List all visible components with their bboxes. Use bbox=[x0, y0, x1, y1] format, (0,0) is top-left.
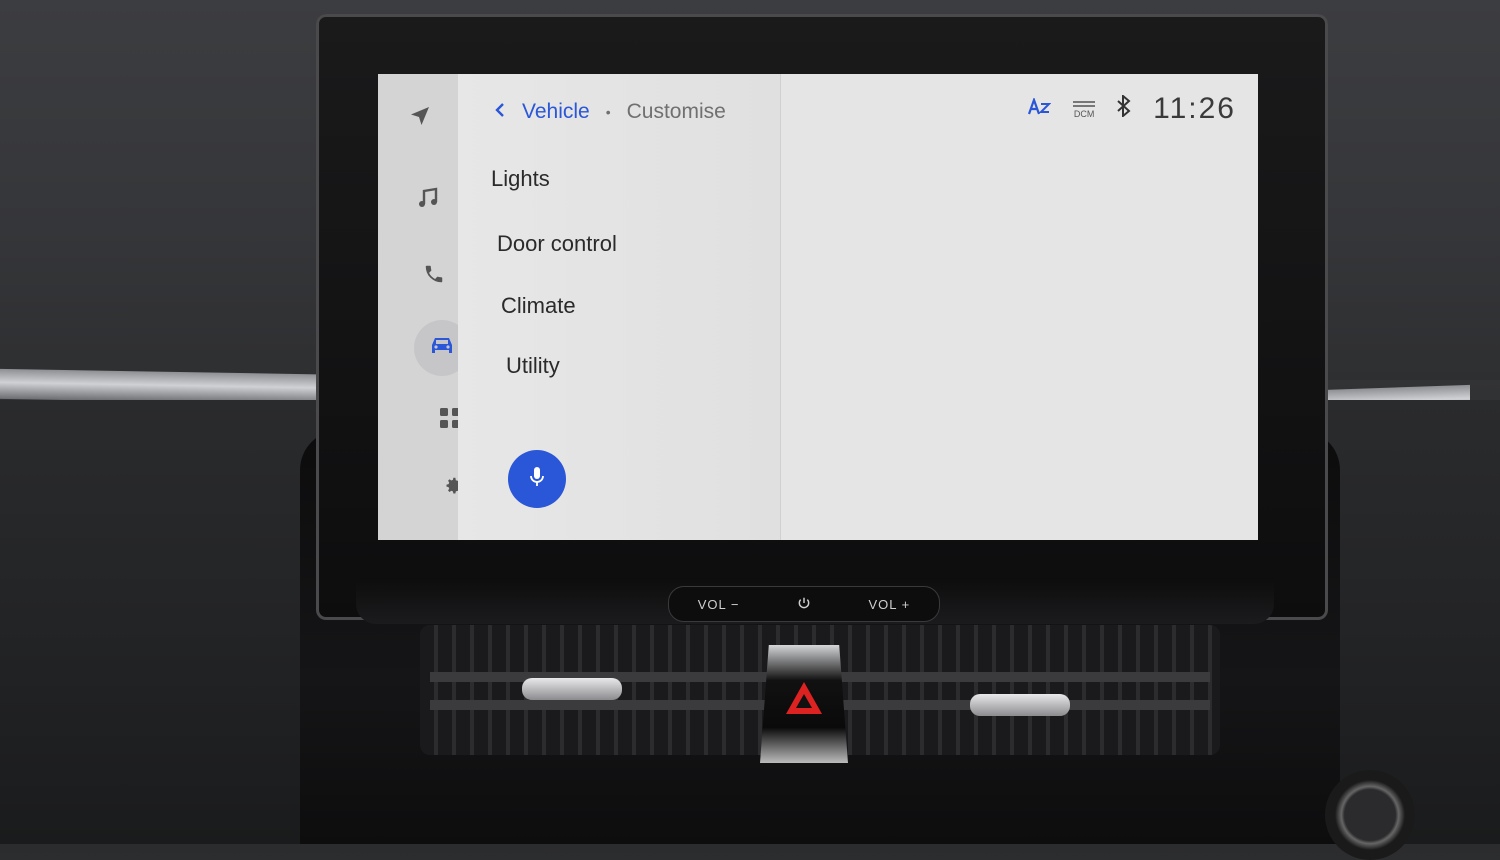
hardware-button-strip: VOL − VOL + bbox=[668, 586, 940, 622]
power-icon[interactable] bbox=[797, 596, 811, 613]
vent-knob-right[interactable] bbox=[970, 694, 1070, 716]
menu-item-lights[interactable]: Lights bbox=[491, 166, 550, 192]
breadcrumb: Vehicle • Customise bbox=[494, 100, 726, 124]
voice-text-icon bbox=[1027, 96, 1052, 121]
microphone-icon bbox=[528, 465, 546, 494]
dcm-signal-icon: DCM bbox=[1073, 100, 1096, 119]
voice-assistant-button[interactable] bbox=[508, 450, 566, 508]
music-icon bbox=[416, 186, 440, 215]
vehicle-icon bbox=[428, 335, 456, 362]
vent-knob-left[interactable] bbox=[522, 678, 622, 700]
breadcrumb-vehicle[interactable]: Vehicle bbox=[522, 100, 590, 124]
infotainment-display: Vehicle • Customise Lights Door control … bbox=[378, 74, 1258, 540]
rail-phone[interactable] bbox=[406, 248, 462, 304]
start-stop-button[interactable] bbox=[1325, 770, 1415, 860]
back-chevron-icon[interactable] bbox=[494, 101, 506, 124]
bluetooth-icon bbox=[1117, 93, 1131, 123]
menu-item-utility[interactable]: Utility bbox=[506, 353, 560, 379]
menu-item-door-control[interactable]: Door control bbox=[497, 231, 617, 257]
breadcrumb-separator: • bbox=[605, 104, 611, 120]
phone-icon bbox=[423, 263, 445, 290]
status-bar: DCM 11:26 bbox=[1027, 92, 1236, 126]
rail-music[interactable] bbox=[400, 172, 456, 228]
vol-down-button[interactable]: VOL − bbox=[698, 597, 740, 612]
breadcrumb-current: Customise bbox=[626, 100, 726, 123]
nav-rail bbox=[378, 74, 470, 540]
detail-pane bbox=[780, 74, 1258, 540]
dcm-label: DCM bbox=[1073, 108, 1095, 119]
clock: 11:26 bbox=[1153, 92, 1236, 125]
rail-navigation[interactable] bbox=[392, 90, 448, 146]
navigation-icon bbox=[408, 104, 432, 133]
vol-up-button[interactable]: VOL + bbox=[868, 597, 910, 612]
hazard-icon-inner bbox=[796, 694, 812, 708]
menu-item-climate[interactable]: Climate bbox=[501, 293, 576, 319]
